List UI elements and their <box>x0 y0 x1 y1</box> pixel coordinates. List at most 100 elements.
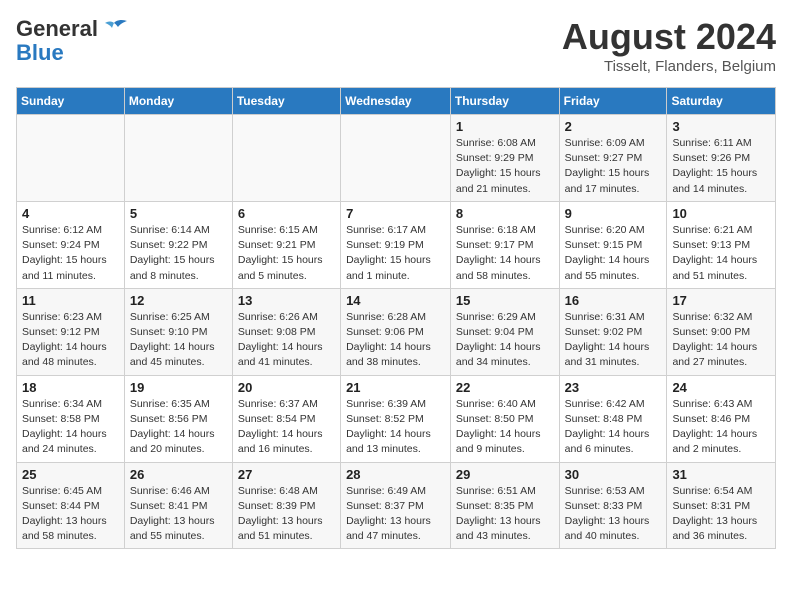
day-info: Sunrise: 6:46 AM Sunset: 8:41 PM Dayligh… <box>130 484 227 545</box>
calendar-cell: 4Sunrise: 6:12 AM Sunset: 9:24 PM Daylig… <box>17 201 125 288</box>
calendar-cell: 7 Sunrise: 6:17 AM Sunset: 9:19 PM Daylig… <box>341 201 451 288</box>
calendar-cell: 14 Sunrise: 6:28 AM Sunset: 9:06 PM Dayli… <box>341 288 451 375</box>
day-info: Sunrise: 6:29 AM Sunset: 9:04 PM Dayligh… <box>456 310 554 371</box>
logo-blue: Blue <box>16 40 64 65</box>
day-number: 12 <box>130 293 227 308</box>
day-info: Sunrise: 6:17 AM Sunset: 9:19 PM Dayligh… <box>346 223 445 284</box>
calendar-cell: 13 Sunrise: 6:26 AM Sunset: 9:08 PM Dayli… <box>232 288 340 375</box>
day-number: 13 <box>238 293 335 308</box>
day-number: 25 <box>22 467 119 482</box>
day-number: 30 <box>565 467 662 482</box>
day-number: 11 <box>22 293 119 308</box>
page-header: General Blue August 2024 Tisselt, Flande… <box>16 16 776 75</box>
day-number: 7 <box>346 206 445 221</box>
weekday-header-tuesday: Tuesday <box>232 88 340 115</box>
calendar-cell <box>124 115 232 202</box>
calendar-cell: 19 Sunrise: 6:35 AM Sunset: 8:56 PM Dayli… <box>124 375 232 462</box>
week-row-4: 18 Sunrise: 6:34 AM Sunset: 8:58 PM Dayli… <box>17 375 776 462</box>
day-info: Sunrise: 6:48 AM Sunset: 8:39 PM Dayligh… <box>238 484 335 545</box>
day-info: Sunrise: 6:43 AM Sunset: 8:46 PM Dayligh… <box>672 397 770 458</box>
week-row-1: 1Sunrise: 6:08 AM Sunset: 9:29 PM Daylig… <box>17 115 776 202</box>
day-info: Sunrise: 6:39 AM Sunset: 8:52 PM Dayligh… <box>346 397 445 458</box>
day-info: Sunrise: 6:18 AM Sunset: 9:17 PM Dayligh… <box>456 223 554 284</box>
day-info: Sunrise: 6:09 AM Sunset: 9:27 PM Dayligh… <box>565 136 662 197</box>
day-number: 28 <box>346 467 445 482</box>
calendar-cell: 12Sunrise: 6:25 AM Sunset: 9:10 PM Dayli… <box>124 288 232 375</box>
day-number: 10 <box>672 206 770 221</box>
day-number: 24 <box>672 380 770 395</box>
day-info: Sunrise: 6:37 AM Sunset: 8:54 PM Dayligh… <box>238 397 335 458</box>
day-number: 17 <box>672 293 770 308</box>
day-number: 3 <box>672 119 770 134</box>
weekday-header-thursday: Thursday <box>450 88 559 115</box>
day-info: Sunrise: 6:20 AM Sunset: 9:15 PM Dayligh… <box>565 223 662 284</box>
calendar-cell <box>232 115 340 202</box>
weekday-header-monday: Monday <box>124 88 232 115</box>
day-number: 29 <box>456 467 554 482</box>
weekday-header-sunday: Sunday <box>17 88 125 115</box>
week-row-5: 25 Sunrise: 6:45 AM Sunset: 8:44 PM Dayli… <box>17 462 776 549</box>
day-number: 5 <box>130 206 227 221</box>
day-info: Sunrise: 6:21 AM Sunset: 9:13 PM Dayligh… <box>672 223 770 284</box>
calendar-cell: 21 Sunrise: 6:39 AM Sunset: 8:52 PM Dayli… <box>341 375 451 462</box>
day-info: Sunrise: 6:14 AM Sunset: 9:22 PM Dayligh… <box>130 223 227 284</box>
month-title: August 2024 <box>562 16 776 58</box>
calendar-cell: 23Sunrise: 6:42 AM Sunset: 8:48 PM Dayli… <box>559 375 667 462</box>
day-number: 15 <box>456 293 554 308</box>
calendar-cell: 6Sunrise: 6:15 AM Sunset: 9:21 PM Daylig… <box>232 201 340 288</box>
calendar-cell: 29 Sunrise: 6:51 AM Sunset: 8:35 PM Dayli… <box>450 462 559 549</box>
day-number: 16 <box>565 293 662 308</box>
calendar-cell: 31Sunrise: 6:54 AM Sunset: 8:31 PM Dayli… <box>667 462 776 549</box>
calendar-cell: 20Sunrise: 6:37 AM Sunset: 8:54 PM Dayli… <box>232 375 340 462</box>
day-number: 1 <box>456 119 554 134</box>
week-row-2: 4Sunrise: 6:12 AM Sunset: 9:24 PM Daylig… <box>17 201 776 288</box>
calendar-cell: 30 Sunrise: 6:53 AM Sunset: 8:33 PM Dayli… <box>559 462 667 549</box>
calendar-cell: 27Sunrise: 6:48 AM Sunset: 8:39 PM Dayli… <box>232 462 340 549</box>
day-number: 21 <box>346 380 445 395</box>
calendar-cell <box>341 115 451 202</box>
weekday-header-friday: Friday <box>559 88 667 115</box>
calendar-cell: 8 Sunrise: 6:18 AM Sunset: 9:17 PM Daylig… <box>450 201 559 288</box>
day-info: Sunrise: 6:26 AM Sunset: 9:08 PM Dayligh… <box>238 310 335 371</box>
calendar-cell: 26Sunrise: 6:46 AM Sunset: 8:41 PM Dayli… <box>124 462 232 549</box>
weekday-header-row: SundayMondayTuesdayWednesdayThursdayFrid… <box>17 88 776 115</box>
day-number: 14 <box>346 293 445 308</box>
day-info: Sunrise: 6:23 AM Sunset: 9:12 PM Dayligh… <box>22 310 119 371</box>
day-number: 8 <box>456 206 554 221</box>
day-info: Sunrise: 6:34 AM Sunset: 8:58 PM Dayligh… <box>22 397 119 458</box>
day-info: Sunrise: 6:49 AM Sunset: 8:37 PM Dayligh… <box>346 484 445 545</box>
day-number: 6 <box>238 206 335 221</box>
title-block: August 2024 Tisselt, Flanders, Belgium <box>562 16 776 75</box>
calendar-cell: 11 Sunrise: 6:23 AM Sunset: 9:12 PM Dayli… <box>17 288 125 375</box>
day-info: Sunrise: 6:42 AM Sunset: 8:48 PM Dayligh… <box>565 397 662 458</box>
day-number: 2 <box>565 119 662 134</box>
day-number: 22 <box>456 380 554 395</box>
day-info: Sunrise: 6:31 AM Sunset: 9:02 PM Dayligh… <box>565 310 662 371</box>
calendar-cell: 18 Sunrise: 6:34 AM Sunset: 8:58 PM Dayli… <box>17 375 125 462</box>
weekday-header-wednesday: Wednesday <box>341 88 451 115</box>
calendar-table: SundayMondayTuesdayWednesdayThursdayFrid… <box>16 87 776 549</box>
day-info: Sunrise: 6:35 AM Sunset: 8:56 PM Dayligh… <box>130 397 227 458</box>
day-number: 19 <box>130 380 227 395</box>
calendar-cell: 25 Sunrise: 6:45 AM Sunset: 8:44 PM Dayli… <box>17 462 125 549</box>
day-info: Sunrise: 6:54 AM Sunset: 8:31 PM Dayligh… <box>672 484 770 545</box>
calendar-cell <box>17 115 125 202</box>
calendar-cell: 5 Sunrise: 6:14 AM Sunset: 9:22 PM Daylig… <box>124 201 232 288</box>
day-info: Sunrise: 6:12 AM Sunset: 9:24 PM Dayligh… <box>22 223 119 284</box>
logo: General Blue <box>16 16 128 66</box>
day-info: Sunrise: 6:40 AM Sunset: 8:50 PM Dayligh… <box>456 397 554 458</box>
week-row-3: 11 Sunrise: 6:23 AM Sunset: 9:12 PM Dayli… <box>17 288 776 375</box>
calendar-cell: 10 Sunrise: 6:21 AM Sunset: 9:13 PM Dayli… <box>667 201 776 288</box>
day-info: Sunrise: 6:28 AM Sunset: 9:06 PM Dayligh… <box>346 310 445 371</box>
day-number: 18 <box>22 380 119 395</box>
weekday-header-saturday: Saturday <box>667 88 776 115</box>
calendar-cell: 24 Sunrise: 6:43 AM Sunset: 8:46 PM Dayli… <box>667 375 776 462</box>
day-info: Sunrise: 6:11 AM Sunset: 9:26 PM Dayligh… <box>672 136 770 197</box>
calendar-cell: 16 Sunrise: 6:31 AM Sunset: 9:02 PM Dayli… <box>559 288 667 375</box>
day-number: 9 <box>565 206 662 221</box>
day-info: Sunrise: 6:51 AM Sunset: 8:35 PM Dayligh… <box>456 484 554 545</box>
calendar-cell: 28 Sunrise: 6:49 AM Sunset: 8:37 PM Dayli… <box>341 462 451 549</box>
day-info: Sunrise: 6:53 AM Sunset: 8:33 PM Dayligh… <box>565 484 662 545</box>
logo-bird-icon <box>100 19 128 39</box>
day-info: Sunrise: 6:45 AM Sunset: 8:44 PM Dayligh… <box>22 484 119 545</box>
